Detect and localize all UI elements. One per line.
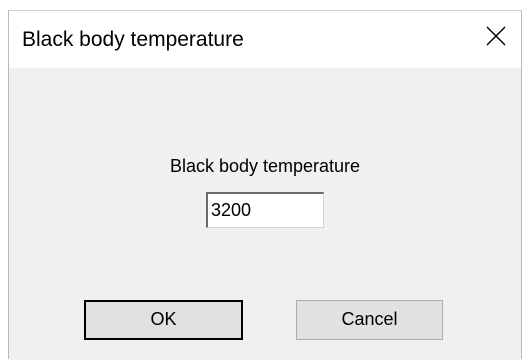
- title-bar[interactable]: Black body temperature: [9, 11, 521, 68]
- dialog-body: Black body temperature OK Cancel: [9, 68, 521, 360]
- close-button[interactable]: [473, 11, 521, 68]
- cancel-button[interactable]: Cancel: [296, 300, 443, 340]
- ok-button[interactable]: OK: [84, 300, 243, 340]
- close-icon: [486, 26, 506, 46]
- dialog-window: Black body temperature Black body temper…: [8, 10, 522, 360]
- temperature-input[interactable]: [206, 192, 324, 228]
- temperature-label: Black body temperature: [169, 156, 361, 176]
- window-title: Black body temperature: [22, 28, 244, 51]
